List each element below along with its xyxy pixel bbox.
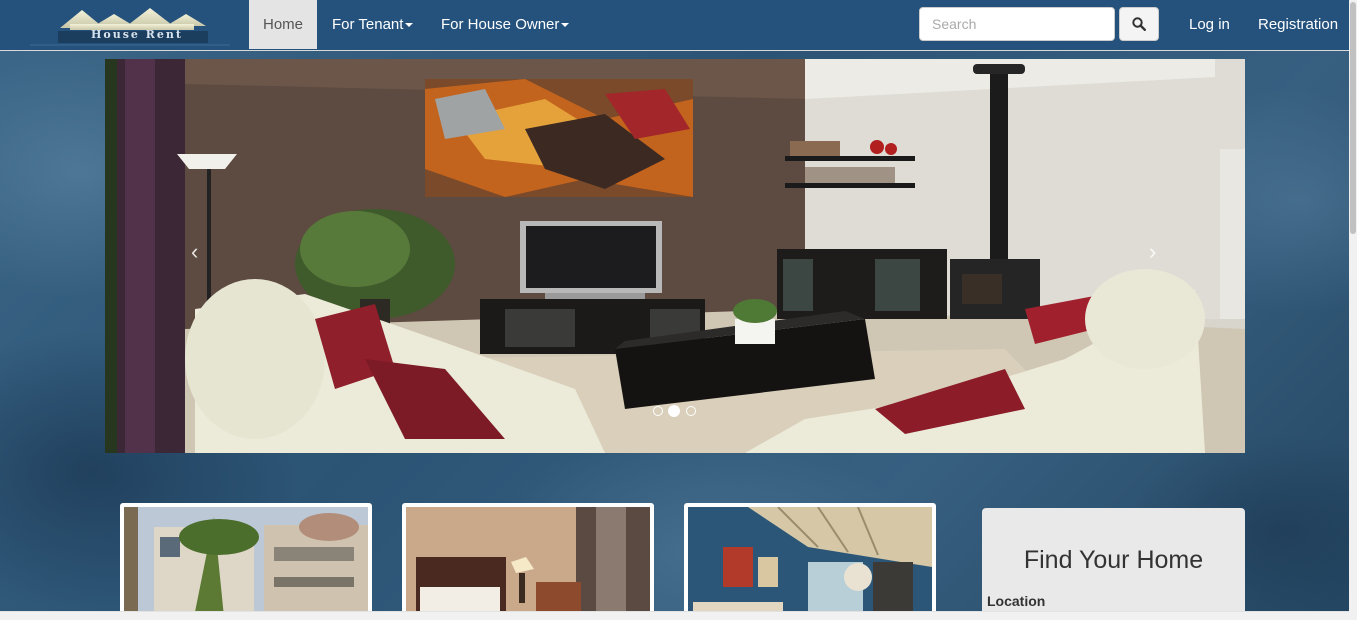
caret-down-icon bbox=[561, 22, 570, 27]
scrollbar-thumb[interactable] bbox=[1350, 2, 1356, 234]
find-title: Find Your Home bbox=[1023, 546, 1204, 574]
property-photo-living-room bbox=[688, 507, 932, 617]
search-button[interactable] bbox=[1119, 7, 1159, 41]
find-your-home-panel: Find Your Home Location bbox=[982, 508, 1245, 620]
property-photo-bedroom bbox=[406, 507, 650, 617]
location-label: Location bbox=[987, 593, 1046, 609]
property-photo-villa bbox=[124, 507, 368, 617]
search-icon bbox=[1132, 17, 1146, 31]
nav-for-tenant[interactable]: For Tenant bbox=[332, 0, 414, 49]
nav-home[interactable]: Home bbox=[249, 0, 317, 49]
top-navbar: House Rent Home For Tenant For House Own… bbox=[0, 0, 1349, 51]
property-card-1[interactable] bbox=[120, 503, 372, 618]
vertical-scrollbar[interactable] bbox=[1349, 0, 1357, 620]
carousel-indicator-2[interactable] bbox=[668, 405, 680, 417]
search-input[interactable] bbox=[919, 7, 1115, 41]
nav-for-tenant-label: For Tenant bbox=[332, 16, 404, 33]
living-room-image bbox=[105, 59, 1245, 453]
carousel-next-arrow[interactable]: › bbox=[1149, 239, 1156, 265]
carousel-indicator-1[interactable] bbox=[653, 406, 663, 416]
nav-for-house-owner[interactable]: For House Owner bbox=[441, 0, 570, 49]
logo-text: House Rent bbox=[91, 28, 183, 41]
carousel-prev-arrow[interactable]: ‹ bbox=[191, 239, 198, 265]
horizontal-scrollbar[interactable] bbox=[0, 611, 1349, 620]
nav-registration[interactable]: Registration bbox=[1258, 0, 1338, 49]
property-card-3[interactable] bbox=[684, 503, 936, 618]
carousel-indicator-3[interactable] bbox=[686, 406, 696, 416]
hero-carousel[interactable]: ‹ › bbox=[105, 59, 1245, 453]
nav-for-house-owner-label: For House Owner bbox=[441, 16, 560, 33]
nav-login[interactable]: Log in bbox=[1189, 0, 1230, 49]
house-rent-logo[interactable]: House Rent bbox=[30, 4, 230, 46]
caret-down-icon bbox=[405, 22, 414, 27]
property-card-2[interactable] bbox=[402, 503, 654, 618]
